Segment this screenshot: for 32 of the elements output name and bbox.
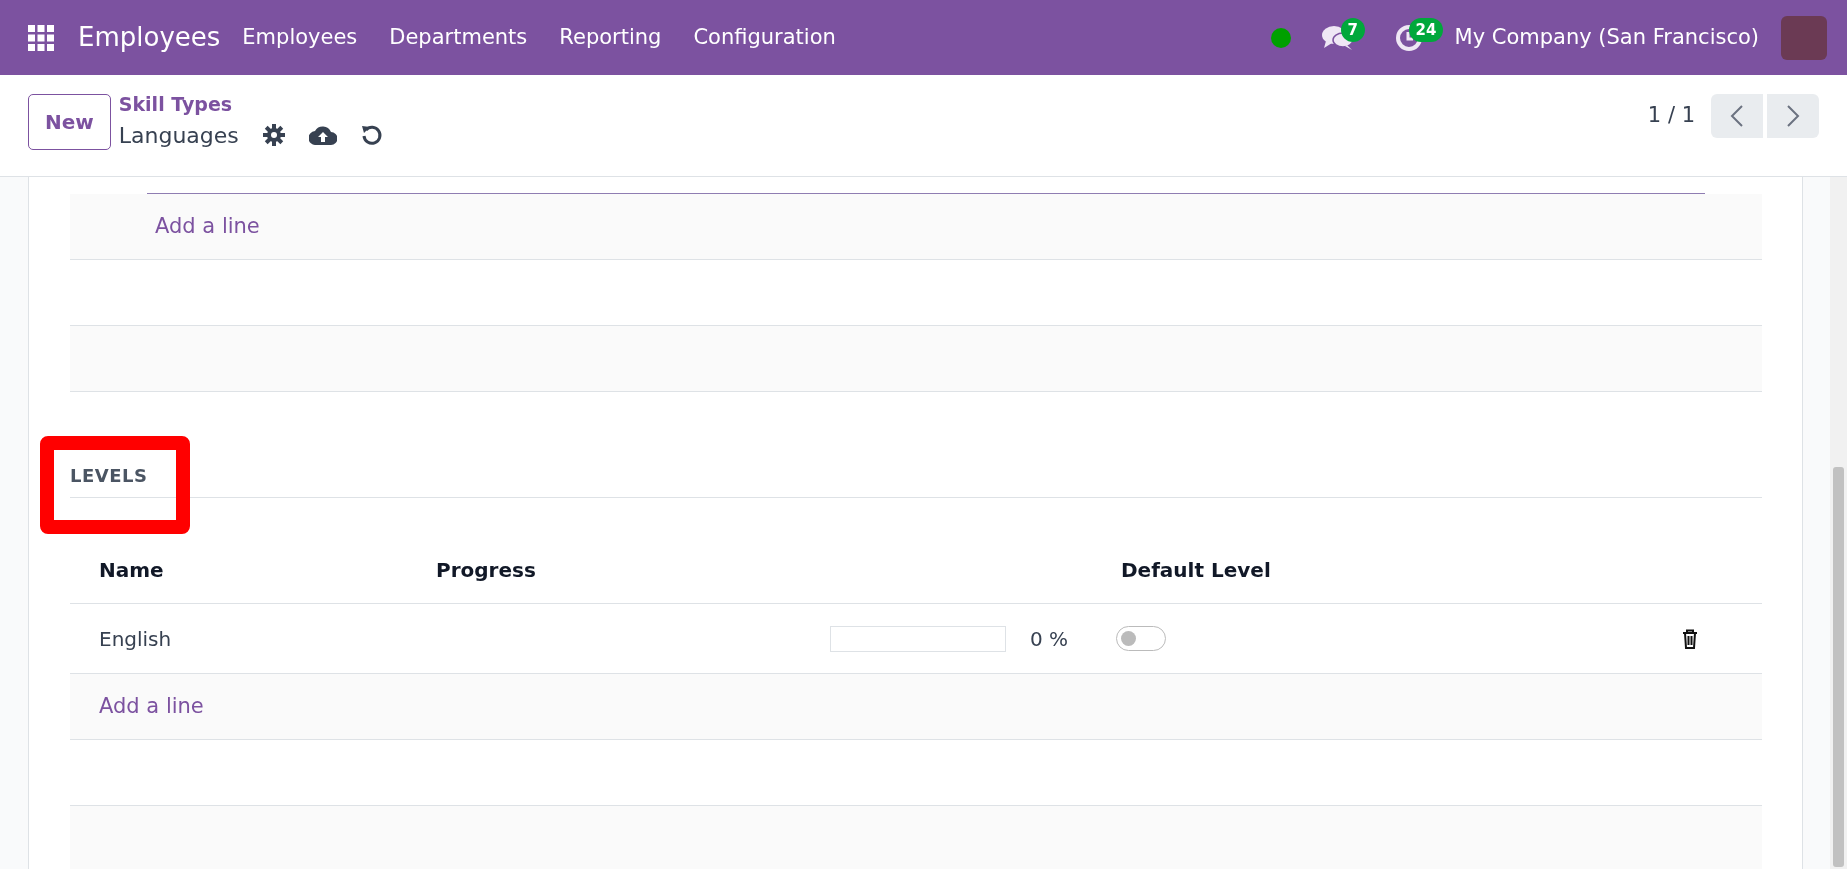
add-line-link[interactable]: Add a line (99, 690, 204, 723)
previous-button[interactable] (1711, 94, 1763, 138)
record-title: Languages (118, 121, 239, 150)
message-count-badge: 7 (1340, 17, 1365, 42)
chevron-left-icon (1730, 104, 1744, 129)
menu-item[interactable]: Departments (389, 21, 528, 54)
app-title[interactable]: Employees (78, 18, 221, 57)
section-title: LEVELS (70, 465, 148, 486)
scrollbar-thumb[interactable] (1833, 467, 1844, 867)
activity-count-badge: 24 (1408, 17, 1444, 42)
column-header: Name (98, 557, 165, 584)
settings-icon[interactable] (262, 124, 285, 146)
pager-value: 1 / 1 (1647, 102, 1695, 130)
next-button[interactable] (1767, 94, 1819, 138)
delete-icon[interactable] (1682, 629, 1698, 649)
table-cell-text: English (98, 625, 173, 653)
breadcrumb-link[interactable]: Skill Types (118, 90, 383, 119)
toggle-switch[interactable] (1116, 626, 1166, 651)
column-header: Default Level (1120, 557, 1272, 584)
undo-icon[interactable] (360, 124, 383, 146)
menu-item[interactable]: Employees (242, 21, 358, 54)
chevron-right-icon (1786, 104, 1800, 129)
status-dot-icon (1270, 27, 1291, 48)
menu-item[interactable]: Reporting (559, 21, 662, 54)
company-name[interactable]: My Company (San Francisco) (1454, 21, 1759, 54)
new-button[interactable]: New (28, 94, 111, 150)
add-line-link[interactable]: Add a line (155, 210, 260, 243)
menu-item[interactable]: Configuration (693, 21, 836, 54)
app-grid-icon[interactable] (28, 24, 54, 51)
progress-value: 0 % (1029, 625, 1068, 653)
column-header: Progress (435, 557, 537, 584)
cloud-upload-icon[interactable] (308, 125, 337, 145)
